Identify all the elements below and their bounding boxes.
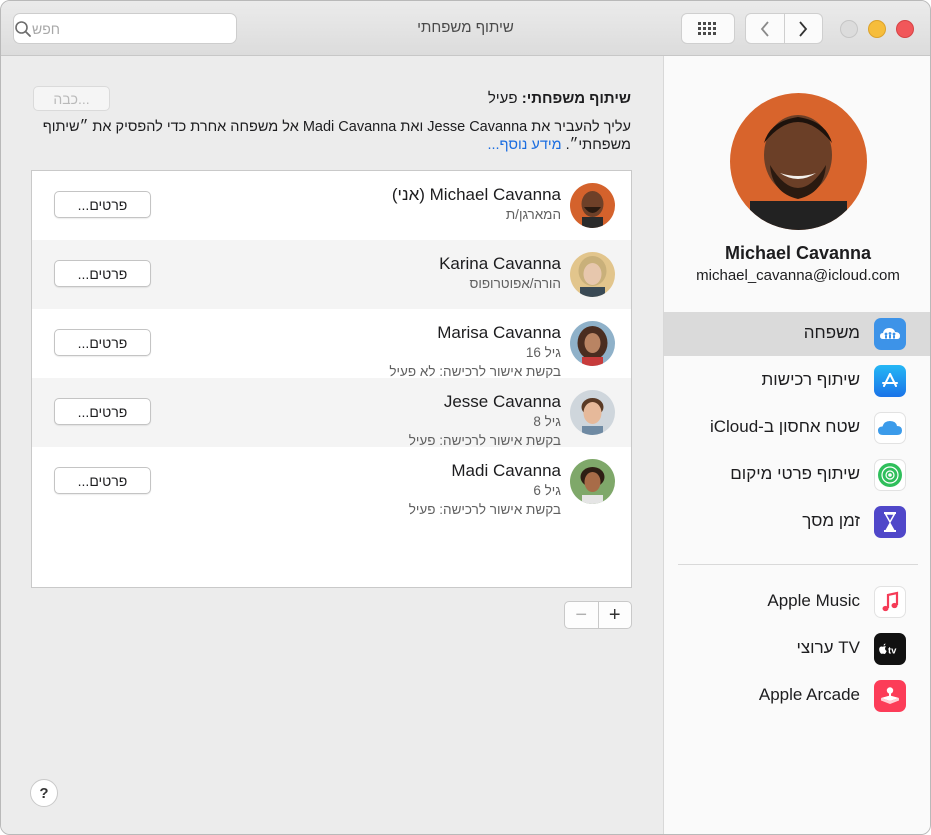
add-member-button[interactable]: + <box>597 602 632 628</box>
sidebar-item-label: Apple Arcade <box>758 685 860 704</box>
family-icon <box>874 318 906 350</box>
help-button[interactable]: ? <box>30 779 58 807</box>
status-value: פעיל <box>487 90 518 107</box>
turn-off-button[interactable]: כבה... <box>33 86 110 111</box>
member-row[interactable]: Michael Cavanna (אני) המארגן/ת פרטים... <box>32 171 631 240</box>
member-age: גיל 6 <box>533 483 561 498</box>
zoom-window-button[interactable] <box>840 20 858 38</box>
details-button[interactable]: פרטים... <box>54 398 151 425</box>
system-preferences-window: חפש שיתוף משפחתי כבה... שיתוף משפחתי: פע… <box>0 0 931 835</box>
ask-to-buy-status: בקשת אישור לרכישה: פעיל <box>408 502 561 517</box>
member-name: Michael Cavanna (אני) <box>391 185 561 204</box>
sidebar-divider <box>678 564 918 565</box>
sidebar-item-label: שטח אחסון ב-iCloud <box>709 417 860 436</box>
sidebar-item-label: זמן מסך <box>802 511 860 530</box>
sidebar: Michael Cavanna michael_cavanna@icloud.c… <box>663 56 930 834</box>
member-age: גיל 16 <box>525 345 561 360</box>
sidebar-item-label: שיתוף פרטי מיקום <box>730 464 860 483</box>
details-button[interactable]: פרטים... <box>54 467 151 494</box>
profile-email: michael_cavanna@icloud.com <box>696 267 900 284</box>
navigation-buttons <box>745 13 823 44</box>
profile-photo <box>730 93 867 230</box>
family-sharing-status: שיתוף משפחתי: פעיל <box>488 90 631 107</box>
sidebar-item-family[interactable]: משפחה <box>664 312 930 356</box>
avatar <box>570 252 615 297</box>
member-name: Madi Cavanna <box>451 461 561 480</box>
arcade-icon <box>874 680 906 712</box>
member-row[interactable]: Jesse Cavanna גיל 8 בקשת אישור לרכישה: פ… <box>32 378 631 448</box>
member-row[interactable]: Madi Cavanna גיל 6 בקשת אישור לרכישה: פע… <box>32 447 631 517</box>
sidebar-item-purchase-sharing[interactable]: שיתוף רכישות <box>664 359 930 403</box>
status-label: שיתוף משפחתי: <box>521 90 631 107</box>
sidebar-item-apple-arcade[interactable]: Apple Arcade <box>664 674 930 718</box>
back-button[interactable] <box>746 14 784 43</box>
member-row[interactable]: Karina Cavanna הורה/אפוטרופוס פרטים... <box>32 240 631 309</box>
details-button[interactable]: פרטים... <box>54 329 151 356</box>
add-remove-buttons: − + <box>564 601 632 629</box>
sidebar-item-screen-time[interactable]: זמן מסך <box>664 500 930 544</box>
sidebar-item-label: משפחה <box>803 323 860 342</box>
sidebar-item-label: TV ערוצי <box>796 638 860 657</box>
sidebar-item-icloud-storage[interactable]: שטח אחסון ב-iCloud <box>664 406 930 450</box>
sidebar-item-location-sharing[interactable]: שיתוף פרטי מיקום <box>664 453 930 497</box>
member-name: Marisa Cavanna <box>437 323 561 342</box>
minimize-window-button[interactable] <box>868 20 886 38</box>
member-row[interactable]: Marisa Cavanna גיל 16 בקשת אישור לרכישה:… <box>32 309 631 379</box>
details-button[interactable]: פרטים... <box>54 260 151 287</box>
remove-member-button[interactable]: − <box>565 602 598 628</box>
chevron-right-icon <box>799 20 808 37</box>
screen-time-icon <box>874 506 906 538</box>
svg-text:tv: tv <box>888 646 897 657</box>
forward-button[interactable] <box>783 14 822 43</box>
apple-tv-icon: tv <box>874 633 906 665</box>
member-age: גיל 8 <box>533 414 561 429</box>
show-all-button[interactable] <box>681 13 735 44</box>
toolbar: חפש שיתוף משפחתי <box>1 1 930 56</box>
chevron-left-icon <box>760 20 769 37</box>
icloud-icon <box>874 412 906 444</box>
find-my-icon <box>874 459 906 491</box>
profile-name: Michael Cavanna <box>724 243 872 263</box>
sidebar-item-label: שיתוף רכישות <box>761 370 860 389</box>
sidebar-item-label: Apple Music <box>767 591 860 610</box>
member-name: Jesse Cavanna <box>443 392 561 411</box>
member-role: המארגן/ת <box>505 207 561 222</box>
close-window-button[interactable] <box>896 20 914 38</box>
music-icon <box>874 586 906 618</box>
family-members-list: Michael Cavanna (אני) המארגן/ת פרטים... <box>31 170 632 588</box>
app-store-icon <box>874 365 906 397</box>
family-sharing-pane: כבה... שיתוף משפחתי: פעיל עליך להעביר את… <box>1 56 663 834</box>
avatar <box>570 390 615 435</box>
description: עליך להעביר את Jesse Cavanna ואת Madi Ca… <box>31 118 631 154</box>
member-name: Karina Cavanna <box>439 254 561 273</box>
avatar <box>570 459 615 504</box>
details-button[interactable]: פרטים... <box>54 191 151 218</box>
sidebar-item-tv-channels[interactable]: tv TV ערוצי <box>664 627 930 671</box>
avatar <box>570 321 615 366</box>
member-role: הורה/אפוטרופוס <box>469 276 561 291</box>
grid-icon <box>698 21 716 35</box>
avatar <box>570 183 615 228</box>
sidebar-item-apple-music[interactable]: Apple Music <box>664 580 930 624</box>
learn-more-link[interactable]: מידע נוסף... <box>487 137 561 153</box>
